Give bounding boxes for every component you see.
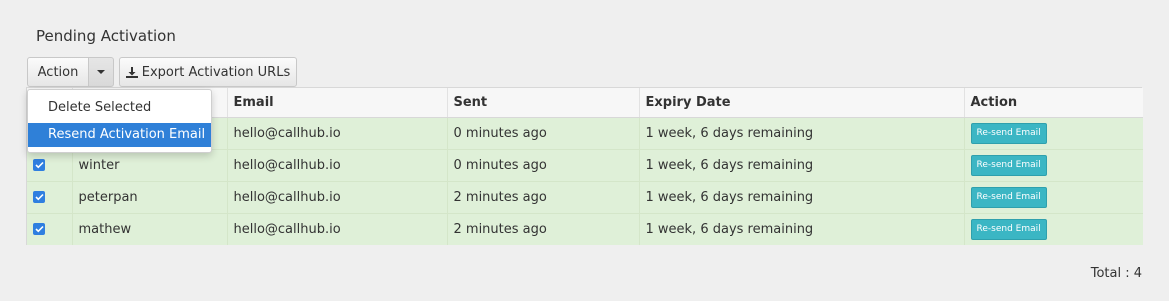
action-dropdown-toggle[interactable] [88, 57, 114, 87]
action-dropdown-menu: Delete Selected Resend Activation Email [27, 89, 212, 153]
header-sent: Sent [447, 88, 640, 118]
table-row: mathew hello@callhub.io 2 minutes ago 1 wee… [27, 212, 1143, 245]
row-select-cell [27, 148, 73, 181]
row-action-cell: Re-send Email [964, 180, 1143, 213]
row-select-cell [27, 212, 73, 245]
row-name: peterpan [72, 180, 228, 213]
header-expiry-date: Expiry Date [639, 88, 965, 118]
checkbox-checked-icon[interactable] [33, 159, 45, 171]
row-name: winter [72, 148, 228, 181]
caret-down-icon [97, 70, 105, 74]
checkbox-checked-icon[interactable] [33, 223, 45, 236]
checkbox-checked-icon[interactable] [33, 191, 45, 203]
header-action: Action [964, 88, 1143, 118]
row-email: hello@callhub.io [227, 116, 448, 149]
table-row: peterpan hello@callhub.io 2 minutes ago 1 w… [27, 180, 1143, 213]
row-email: hello@callhub.io [227, 212, 448, 245]
row-name: mathew [72, 212, 228, 245]
row-sent: 0 minutes ago [447, 148, 640, 181]
resend-email-button[interactable]: Re-send Email [970, 122, 1047, 144]
row-action-cell: Re-send Email [964, 116, 1143, 149]
row-email: hello@callhub.io [227, 148, 448, 181]
export-activation-urls-button[interactable]: Export Activation URLs [119, 57, 297, 87]
row-email: hello@callhub.io [227, 180, 448, 213]
menu-item-delete-selected[interactable]: Delete Selected [28, 96, 211, 120]
row-sent: 0 minutes ago [447, 116, 640, 149]
table-row: winter hello@callhub.io 0 minutes ago 1 wee… [27, 148, 1143, 181]
row-sent: 2 minutes ago [447, 212, 640, 245]
row-action-cell: Re-send Email [964, 212, 1143, 245]
page-title: Pending Activation [36, 27, 176, 45]
resend-email-button[interactable]: Re-send Email [970, 186, 1047, 208]
export-label: Export Activation URLs [141, 64, 291, 80]
row-expiry: 1 week, 6 days remaining [639, 148, 965, 181]
resend-email-button[interactable]: Re-send Email [970, 218, 1047, 240]
resend-email-button[interactable]: Re-send Email [970, 154, 1047, 176]
row-expiry: 1 week, 6 days remaining [639, 116, 965, 149]
total-count: Total : 4 [1090, 266, 1142, 281]
row-expiry: 1 week, 6 days remaining [639, 180, 965, 213]
menu-item-resend-activation-email[interactable]: Resend Activation Email [28, 123, 211, 147]
row-sent: 2 minutes ago [447, 180, 640, 213]
download-icon [125, 66, 138, 78]
row-action-cell: Re-send Email [964, 148, 1143, 181]
action-button[interactable]: Action [27, 57, 89, 87]
header-email: Email [227, 88, 448, 118]
row-select-cell [27, 180, 73, 213]
row-expiry: 1 week, 6 days remaining [639, 212, 965, 245]
